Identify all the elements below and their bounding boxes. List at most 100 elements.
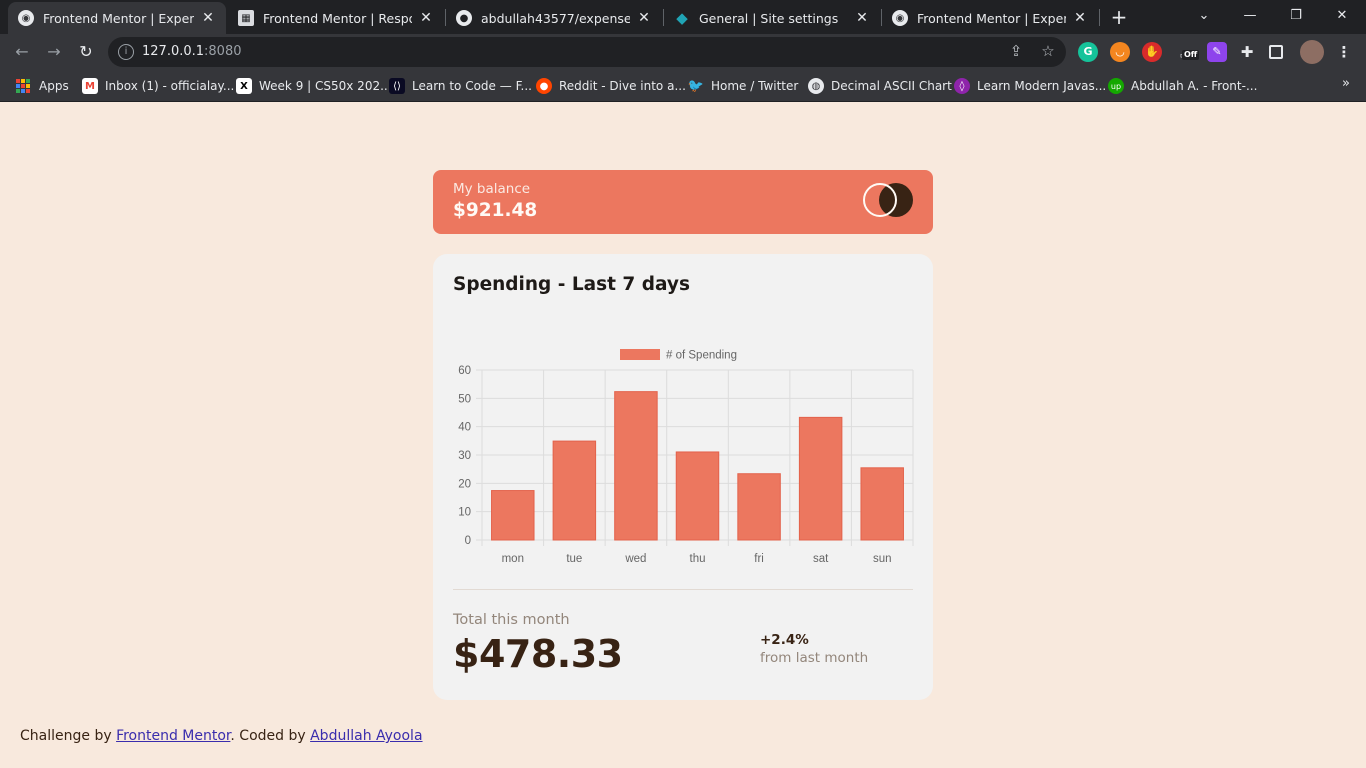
tab-responsive[interactable]: ▦ Frontend Mentor | Responsiv ✕ [228,2,444,34]
bookmarks-bar: Apps M Inbox (1) - officialay... X Week … [0,70,1366,102]
address-bar[interactable]: i 127.0.0.1:8080 ⇪ ☆ [108,37,1066,67]
x-tick-label: wed [624,553,646,565]
bar-mon [491,490,535,541]
tab-title: abdullah43577/expense-char [481,10,630,26]
bookmark-label: Learn to Code — F... [412,79,532,93]
globe-icon: ◍ [808,78,824,94]
new-tab-button[interactable]: + [1108,6,1130,28]
stop-hand-icon[interactable]: ✋ [1142,42,1162,62]
tab-title: Frontend Mentor | Expenses c [917,10,1066,26]
y-tick-label: 10 [458,507,471,519]
logo-outline-circle-icon [863,183,897,217]
x-tick-label: thu [690,553,706,565]
y-tick-label: 50 [458,393,471,405]
frontend-mentor-favicon-icon: ◉ [18,10,34,26]
frontend-mentor-link[interactable]: Frontend Mentor [116,728,230,744]
tab-site-settings[interactable]: ◆ General | Site settings ✕ [664,2,880,34]
back-arrow-icon[interactable]: ← [10,40,34,64]
attribution: Challenge by Frontend Mentor. Coded by A… [20,728,423,744]
kebab-menu-icon[interactable]: ⋮ [1334,42,1354,62]
bookmark-ascii[interactable]: ◍ Decimal ASCII Chart [808,76,952,96]
bookmark-apps[interactable]: Apps [16,76,69,96]
color-picker-icon[interactable]: ✎ [1207,42,1227,62]
bar-thu [675,451,720,541]
window-close-button[interactable]: ✕ [1324,4,1360,28]
tab-search-chevron-icon[interactable]: ⌄ [1186,4,1222,28]
frontend-mentor-favicon-icon: ◉ [892,10,908,26]
attribution-middle: . Coded by [230,728,311,744]
close-tab-icon[interactable]: ✕ [1072,10,1088,26]
tab-title: General | Site settings [699,10,839,26]
info-icon[interactable]: i [118,44,134,60]
tab-separator [1099,9,1100,26]
balance-label: My balance [453,181,531,197]
profile-avatar[interactable] [1300,40,1324,64]
bar-wed [614,391,658,541]
y-tick-label: 60 [458,365,471,377]
rss-icon[interactable]: ◡ [1110,42,1130,62]
cs50-x-icon: X [236,78,252,94]
bookmark-label: Decimal ASCII Chart [831,79,952,93]
bookmark-star-icon[interactable]: ☆ [1037,42,1059,60]
url-host: 127.0.0.1 [142,44,205,59]
bookmark-upwork[interactable]: up Abdullah A. - Front-... [1108,76,1257,96]
close-tab-icon[interactable]: ✕ [418,10,434,26]
browser-toolbar: ← → ↻ i 127.0.0.1:8080 ⇪ ☆ G ◡ ✋ ▭Off ✎ … [0,34,1366,70]
close-tab-icon[interactable]: ✕ [636,10,652,26]
bookmark-label: Learn Modern Javas... [977,79,1107,93]
url-text[interactable]: 127.0.0.1:8080 [142,44,242,59]
share-icon[interactable]: ⇪ [1005,42,1027,60]
x-tick-label: mon [502,553,524,565]
netlify-diamond-icon: ◆ [676,9,688,27]
off-badge: Off [1182,50,1200,60]
side-panel-icon[interactable] [1269,45,1283,59]
bar-sun [860,467,904,541]
extension-off-icon[interactable]: ▭Off [1174,42,1200,62]
y-tick-label: 30 [458,450,471,462]
bookmark-reddit[interactable]: ● Reddit - Dive into a... [536,76,686,96]
gmail-icon: M [82,78,98,94]
bar-tue [552,440,597,541]
reload-icon[interactable]: ↻ [74,40,98,64]
balance-card: My balance $921.48 [433,170,933,234]
reddit-icon: ● [536,78,552,94]
x-tick-label: sat [813,553,829,565]
legend-label: # of Spending [666,350,737,362]
grammarly-icon[interactable]: G [1078,42,1098,62]
bookmark-label: Inbox (1) - officialay... [105,79,235,93]
bookmark-label: Week 9 | CS50x 202... [259,79,392,93]
forward-arrow-icon[interactable]: → [42,40,66,64]
tab-expenses-2[interactable]: ◉ Frontend Mentor | Expenses c ✕ [882,2,1098,34]
javascript-course-icon: ◊ [954,78,970,94]
twitter-bird-icon: 🐦 [687,78,705,94]
url-port: :8080 [204,44,242,59]
bookmark-cs50[interactable]: X Week 9 | CS50x 202... [236,76,392,96]
divider [453,589,913,590]
y-tick-label: 20 [458,478,471,490]
bookmark-javascript[interactable]: ◊ Learn Modern Javas... [954,76,1106,96]
author-link[interactable]: Abdullah Ayoola [310,728,422,744]
minimize-button[interactable]: — [1232,4,1268,28]
change-percent: +2.4% [760,632,809,648]
bookmark-gmail[interactable]: M Inbox (1) - officialay... [82,76,234,96]
maximize-button[interactable]: ❐ [1278,4,1314,28]
frontend-mentor-favicon-icon: ▦ [238,10,254,26]
bookmarks-overflow-chevron-icon[interactable]: » [1342,76,1350,91]
bookmark-label: Abdullah A. - Front-... [1131,79,1258,93]
bar-fri [737,473,781,541]
tab-title: Frontend Mentor | Responsiv [263,10,412,26]
bar-sat [798,416,843,541]
close-tab-icon[interactable]: ✕ [854,10,870,26]
tab-github[interactable]: ● abdullah43577/expense-char ✕ [446,2,662,34]
puzzle-icon[interactable]: ✚ [1237,42,1257,62]
bookmark-label: Home / Twitter [711,79,799,93]
bookmark-freecodecamp[interactable]: ⟨⟩ Learn to Code — F... [389,76,532,96]
tab-strip: ◉ Frontend Mentor | Expenses c ✕ ▦ Front… [0,0,1366,34]
tab-title: Frontend Mentor | Expenses c [43,10,194,26]
tab-expenses-active[interactable]: ◉ Frontend Mentor | Expenses c ✕ [8,2,226,34]
change-label: from last month [760,650,869,666]
legend-swatch [620,349,660,360]
close-tab-icon[interactable]: ✕ [200,10,216,26]
freecodecamp-icon: ⟨⟩ [389,78,405,94]
bookmark-twitter[interactable]: 🐦 Home / Twitter [688,76,798,96]
